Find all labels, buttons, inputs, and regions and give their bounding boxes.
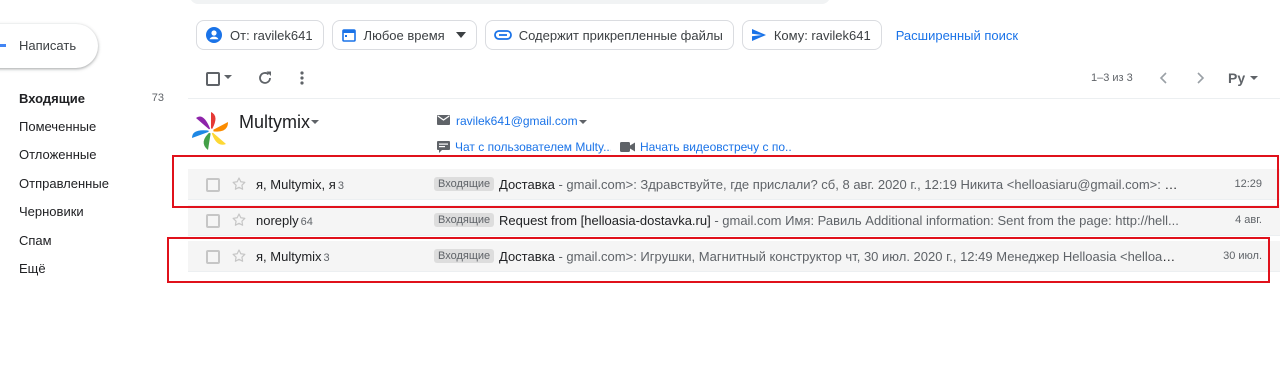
highlight-box bbox=[167, 237, 1270, 283]
filter-to-label: Кому: ravilek641 bbox=[773, 27, 871, 43]
sidebar-item-starred[interactable]: Помеченные bbox=[0, 112, 175, 140]
sidebar-item-inbox[interactable]: Входящие 73 bbox=[0, 84, 175, 112]
refresh-icon[interactable] bbox=[256, 69, 274, 87]
select-dropdown-icon[interactable] bbox=[224, 75, 232, 79]
sidebar-item-label: Спам bbox=[19, 232, 52, 248]
email-sender: noreply 64 bbox=[256, 213, 313, 228]
sidebar-item-drafts[interactable]: Черновики bbox=[0, 198, 175, 226]
sidebar-item-more[interactable]: Ещё bbox=[0, 254, 175, 282]
contact-email-link[interactable]: ravilek641@gmail.com bbox=[456, 114, 578, 128]
select-all-checkbox[interactable] bbox=[206, 72, 220, 86]
chat-with-contact-link[interactable]: Чат с пользователем Multy... bbox=[455, 140, 611, 154]
sidebar-item-spam[interactable]: Спам bbox=[0, 226, 175, 254]
mail-icon bbox=[437, 115, 450, 125]
highlight-box bbox=[172, 155, 1279, 208]
filter-to-chip[interactable]: Кому: ravilek641 bbox=[741, 20, 882, 50]
attachment-icon bbox=[493, 30, 512, 40]
plus-icon bbox=[0, 44, 6, 47]
filter-attachments-chip[interactable]: Содержит прикрепленные файлы bbox=[484, 20, 734, 50]
input-language-button[interactable]: Ру bbox=[1228, 70, 1245, 86]
email-date: 4 авг. bbox=[1235, 214, 1262, 226]
email-snippet: - gmail.com Имя: Равиль Additional infor… bbox=[710, 213, 1179, 228]
contact-dropdown-icon[interactable] bbox=[311, 120, 319, 124]
send-icon bbox=[751, 29, 766, 41]
language-dropdown-icon[interactable] bbox=[1250, 76, 1258, 80]
sender-names: noreply bbox=[256, 213, 299, 228]
filter-time-label: Любое время bbox=[363, 27, 445, 43]
sidebar-item-label: Отложенные bbox=[19, 147, 97, 163]
chevron-left-icon[interactable] bbox=[1158, 70, 1170, 86]
sidebar-item-label: Помеченные bbox=[19, 119, 97, 135]
row-checkbox[interactable] bbox=[206, 214, 220, 228]
email-dropdown-icon[interactable] bbox=[579, 120, 587, 124]
unread-count: 73 bbox=[151, 92, 164, 105]
start-video-meeting-link[interactable]: Начать видеовстречу с по... bbox=[640, 140, 792, 154]
compose-label: Написать bbox=[19, 38, 77, 53]
filter-attachments-label: Содержит прикрепленные файлы bbox=[518, 27, 723, 43]
toolbar-divider bbox=[188, 98, 1280, 99]
filter-from-label: От: ravilek641 bbox=[230, 27, 313, 43]
email-subject: Request from [helloasia-dostavka.ru] bbox=[499, 213, 711, 228]
email-row[interactable]: noreply 64 Входящие Request from [helloas… bbox=[188, 205, 1280, 236]
videocam-icon bbox=[620, 142, 635, 152]
sidebar-nav: Входящие 73 Помеченные Отложенные Отправ… bbox=[0, 84, 175, 283]
compose-button[interactable]: Написать bbox=[0, 24, 98, 68]
filter-from-chip[interactable]: От: ravilek641 bbox=[196, 20, 324, 50]
chevron-right-icon[interactable] bbox=[1194, 70, 1206, 86]
contact-name[interactable]: Multymix bbox=[239, 112, 310, 133]
dropdown-arrow-icon bbox=[455, 32, 466, 38]
advanced-search-link[interactable]: Расширенный поиск bbox=[896, 28, 1018, 43]
chat-icon bbox=[437, 141, 450, 153]
list-toolbar: 1–3 из 3 Ру bbox=[196, 64, 1280, 94]
thread-count: 64 bbox=[300, 216, 313, 228]
inbox-label-badge[interactable]: Входящие bbox=[434, 213, 495, 227]
search-bar[interactable] bbox=[190, 0, 830, 4]
star-icon[interactable] bbox=[231, 212, 247, 228]
multymix-logo-icon bbox=[192, 112, 228, 150]
sidebar-item-snoozed[interactable]: Отложенные bbox=[0, 141, 175, 169]
sidebar-item-sent[interactable]: Отправленные bbox=[0, 169, 175, 197]
account-icon bbox=[206, 27, 222, 43]
filter-time-chip[interactable]: Любое время bbox=[331, 20, 477, 50]
more-vert-icon[interactable] bbox=[296, 69, 308, 87]
pagination-info: 1–3 из 3 bbox=[1091, 72, 1133, 84]
email-content: Request from [helloasia-dostavka.ru] - g… bbox=[499, 213, 1179, 228]
sidebar-item-label: Ещё bbox=[19, 261, 46, 277]
search-filter-chips: От: ravilek641 Любое время Содержит прик… bbox=[196, 20, 1018, 50]
sidebar-item-label: Отправленные bbox=[19, 175, 109, 191]
sidebar-item-label: Черновики bbox=[19, 204, 84, 220]
sidebar-item-label: Входящие bbox=[19, 90, 85, 106]
calendar-icon bbox=[341, 29, 356, 42]
